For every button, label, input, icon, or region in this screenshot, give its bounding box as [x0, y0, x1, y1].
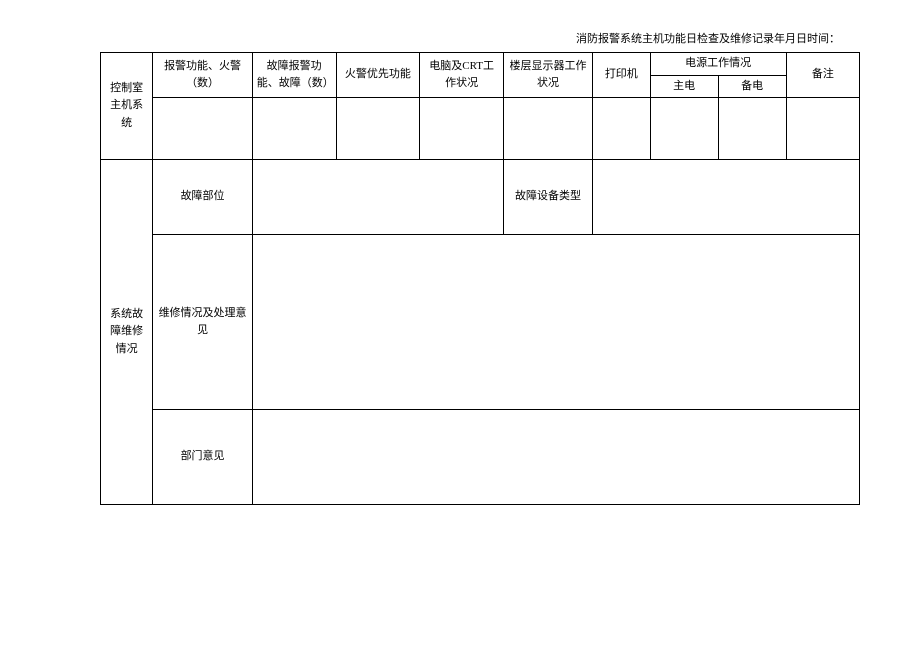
cell-fault-location	[252, 160, 503, 235]
cell-power-backup	[718, 98, 786, 160]
cell-printer	[593, 98, 651, 160]
hdr-fault-alarm: 故障报警功能、故障（数）	[252, 53, 336, 98]
group-system-fault: 系统故障维修情况	[101, 160, 153, 505]
label-dept-opinion: 部门意见	[153, 410, 252, 505]
hdr-alarm-fire: 报警功能、火警（数）	[153, 53, 252, 98]
page-title: 消防报警系统主机功能日检查及维修记录年月日时间：	[100, 30, 860, 46]
hdr-power-group: 电源工作情况	[650, 53, 786, 76]
hdr-fire-priority: 火警优先功能	[336, 53, 420, 98]
cell-pc-crt	[420, 98, 504, 160]
hdr-power-main: 主电	[650, 75, 718, 98]
label-maint-opinion: 维修情况及处理意见	[153, 235, 252, 410]
hdr-power-backup: 备电	[718, 75, 786, 98]
cell-fault-alarm	[252, 98, 336, 160]
cell-power-main	[650, 98, 718, 160]
label-fault-device-type: 故障设备类型	[504, 160, 593, 235]
cell-remark	[786, 98, 859, 160]
inspection-table: 控制室主机系统 报警功能、火警（数） 故障报警功能、故障（数） 火警优先功能 电…	[100, 52, 860, 505]
cell-dept-opinion	[252, 410, 859, 505]
cell-maint-opinion	[252, 235, 859, 410]
hdr-remark: 备注	[786, 53, 859, 98]
cell-alarm-fire	[153, 98, 252, 160]
cell-fault-device-type	[593, 160, 860, 235]
hdr-pc-crt: 电脑及CRT工作状况	[420, 53, 504, 98]
group-control-room: 控制室主机系统	[101, 53, 153, 160]
hdr-printer: 打印机	[593, 53, 651, 98]
cell-floor-display	[504, 98, 593, 160]
cell-fire-priority	[336, 98, 420, 160]
label-fault-location: 故障部位	[153, 160, 252, 235]
hdr-floor-display: 楼层显示器工作状况	[504, 53, 593, 98]
